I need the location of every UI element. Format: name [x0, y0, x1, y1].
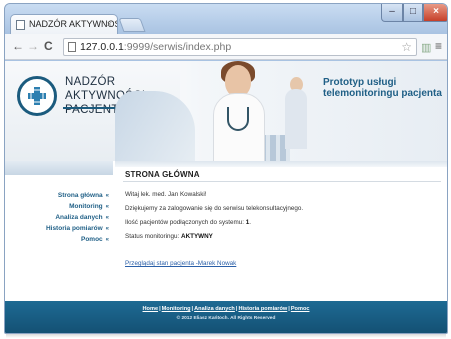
- monitoring-status-text: Status monitoringu: AKTYWNY: [125, 233, 213, 240]
- footer-link-analiza-danych[interactable]: Analiza danych: [194, 306, 235, 312]
- header-banner: NADZÓR AKTYWNOŚCI PACJENTA Prototyp usłu…: [5, 61, 447, 161]
- close-window-button[interactable]: ×: [423, 4, 447, 22]
- double-chevron-left-icon: «: [105, 193, 109, 199]
- welcome-text: Witaj lek. med. Jan Kowalski!: [125, 191, 207, 198]
- forward-icon[interactable]: →: [27, 39, 39, 53]
- minimize-button[interactable]: –: [381, 4, 403, 22]
- maximize-button[interactable]: □: [403, 4, 423, 22]
- main-content: STRONA GŁÓWNA Witaj lek. med. Jan Kowals…: [115, 161, 447, 301]
- footer-links: Home|Monitoring|Analiza danych|Historia …: [142, 306, 310, 312]
- title-bar: NADZÓR AKTYWNOŚ × – □ ×: [5, 4, 447, 34]
- menu-icon[interactable]: ≡: [435, 39, 442, 53]
- patients-count-text: Ilość pacjentów podłączonych do systemu:…: [125, 219, 252, 226]
- bookmark-star-icon[interactable]: ☆: [401, 39, 412, 55]
- medical-logo-icon: [17, 76, 57, 116]
- page-favicon-icon: [16, 20, 25, 30]
- copyright-text: © 2012 Eliasz Kańtoch. All Rights Reserv…: [176, 316, 276, 321]
- status-badge: AKTYWNY: [181, 233, 213, 240]
- footer-link-monitoring[interactable]: Monitoring: [162, 306, 191, 312]
- tab-title: NADZÓR AKTYWNOŚ: [29, 19, 118, 29]
- thanks-text: Dziękujemy za zalogowanie się do serwisu…: [125, 205, 304, 212]
- tagline-line1: Prototyp usługi: [323, 77, 397, 88]
- double-chevron-left-icon: «: [105, 226, 109, 232]
- title-divider: [123, 181, 441, 182]
- url-path: :9999/serwis/index.php: [123, 41, 232, 53]
- page-viewport: NADZÓR AKTYWNOŚCI PACJENTA Prototyp usłu…: [5, 61, 447, 333]
- double-chevron-left-icon: «: [105, 204, 109, 210]
- header-photo: [115, 61, 315, 161]
- double-chevron-left-icon: «: [105, 237, 109, 243]
- double-chevron-left-icon: «: [105, 215, 109, 221]
- sidebar-item-strona-glowna[interactable]: Strona główna «: [58, 192, 109, 199]
- browser-window: NADZÓR AKTYWNOŚ × – □ × ← → C 127.0.0.1:…: [4, 3, 448, 334]
- footer-link-home[interactable]: Home: [143, 306, 159, 312]
- sidebar-item-monitoring[interactable]: Monitoring «: [69, 203, 109, 210]
- view-patient-link[interactable]: Przeglądaj stan pacjenta -Marek Nowak: [125, 260, 236, 267]
- back-icon[interactable]: ←: [12, 39, 24, 53]
- new-tab-button[interactable]: [118, 18, 146, 32]
- tab-close-icon[interactable]: ×: [107, 19, 112, 29]
- extension-icon[interactable]: ▥: [421, 41, 431, 54]
- tagline-line2: telemonitoringu pacjenta: [323, 88, 442, 99]
- footer-link-historia-pomiarow[interactable]: Historia pomiarów: [238, 306, 287, 312]
- reload-icon[interactable]: C: [44, 39, 53, 53]
- footer-link-pomoc[interactable]: Pomoc: [291, 306, 310, 312]
- sidebar-menu: Strona główna « Monitoring « Analiza danyc…: [5, 161, 113, 301]
- url-host: 127.0.0.1: [80, 41, 124, 53]
- browser-tab[interactable]: NADZÓR AKTYWNOŚ ×: [10, 14, 118, 34]
- sidebar-item-historia-pomiarow[interactable]: Historia pomiarów «: [46, 225, 109, 232]
- browser-toolbar: ← → C 127.0.0.1:9999/serwis/index.php ☆ …: [5, 34, 447, 60]
- address-bar[interactable]: 127.0.0.1:9999/serwis/index.php ☆: [63, 38, 417, 56]
- sidebar-item-pomoc[interactable]: Pomoc «: [81, 236, 109, 243]
- tagline: Prototyp usługi telemonitoringu pacjenta: [323, 77, 442, 99]
- sidebar-item-analiza-danych[interactable]: Analiza danych «: [55, 214, 109, 221]
- footer: Home|Monitoring|Analiza danych|Historia …: [5, 301, 447, 333]
- page-title: STRONA GŁÓWNA: [125, 170, 200, 179]
- page-icon: [68, 42, 76, 52]
